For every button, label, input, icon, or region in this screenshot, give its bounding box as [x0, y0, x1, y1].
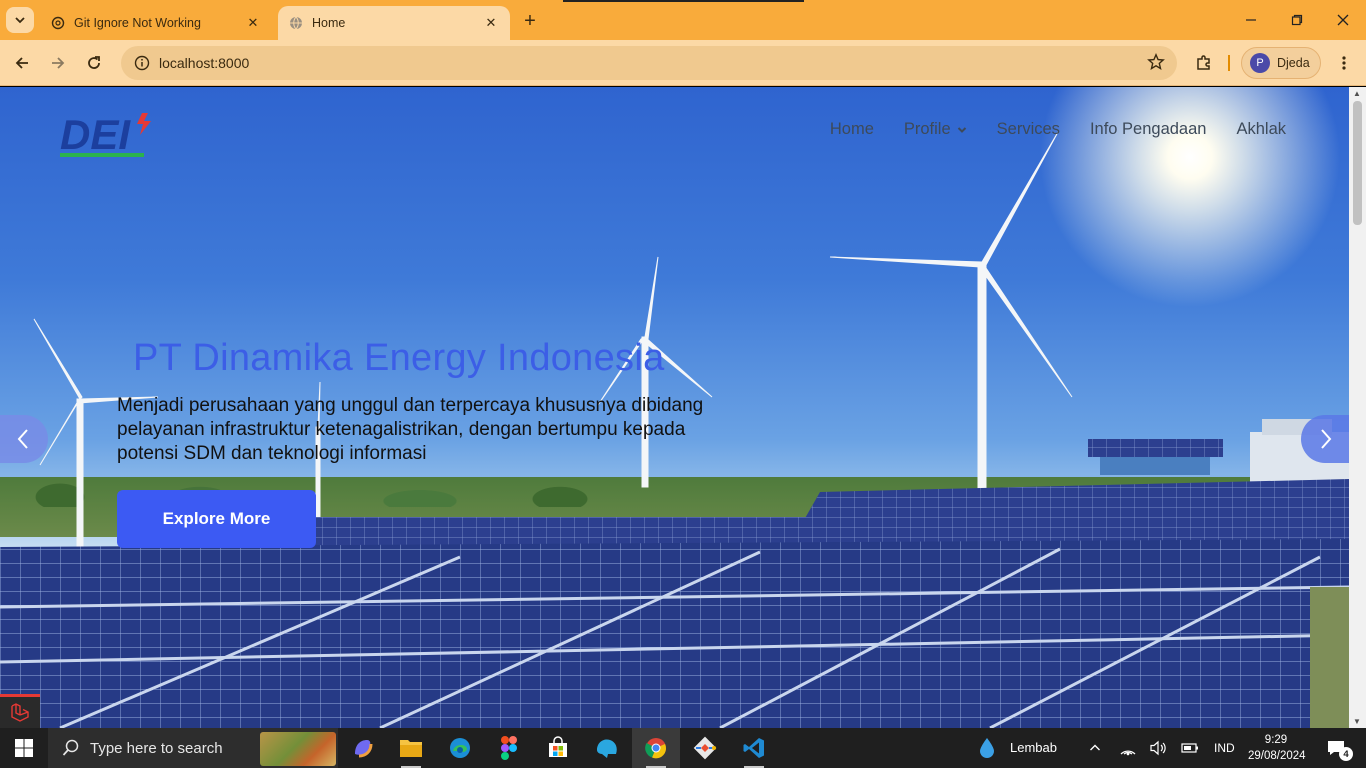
close-window-button[interactable] [1331, 8, 1355, 32]
chevron-down-icon [15, 17, 25, 24]
git-icon[interactable] [681, 728, 729, 768]
carousel-prev-button[interactable] [0, 415, 48, 463]
taskbar-clock[interactable]: 9:29 29/08/2024 [1248, 732, 1306, 764]
globe-icon [288, 15, 304, 31]
tab-title: Home [312, 16, 346, 30]
hero-title: PT Dinamika Energy Indonesia [133, 337, 665, 379]
search-icon [62, 739, 79, 756]
store-icon[interactable] [534, 728, 582, 768]
browser-tabstrip: Git Ignore Not Working ✕ Home ✕ + [0, 0, 1366, 40]
puzzle-icon [1197, 55, 1210, 70]
figma-icon[interactable] [485, 728, 533, 768]
windows-taskbar: Type here to search Lembab IND 9:29 29/0… [0, 728, 1366, 768]
taskbar-search[interactable]: Type here to search [48, 728, 338, 768]
back-button[interactable] [9, 50, 35, 76]
restore-icon [1291, 14, 1303, 26]
notification-center-button[interactable]: 4 [1316, 728, 1356, 768]
browser-toolbar: localhost:8000 P Djeda [0, 40, 1366, 86]
clock-time: 9:29 [1264, 734, 1288, 746]
language-indicator[interactable]: IND [1214, 741, 1235, 755]
close-icon [1337, 14, 1349, 26]
forward-button[interactable] [45, 50, 71, 76]
search-placeholder: Type here to search [90, 739, 223, 757]
address-bar[interactable]: localhost:8000 [121, 46, 1177, 80]
laravel-icon [11, 702, 29, 722]
chevron-left-icon [17, 429, 28, 449]
scroll-up-arrow-icon[interactable]: ▲ [1353, 89, 1361, 98]
profile-name: Djeda [1277, 56, 1310, 70]
restore-button[interactable] [1285, 8, 1309, 32]
nav-profile[interactable]: Profile [904, 120, 967, 139]
tab-title: Git Ignore Not Working [74, 16, 201, 30]
arrow-right-icon [52, 57, 65, 69]
nav-home[interactable]: Home [830, 120, 874, 139]
laravel-debugbar-button[interactable] [0, 694, 40, 728]
edge-icon[interactable] [436, 728, 484, 768]
nav-akhlak[interactable]: Akhlak [1236, 120, 1286, 139]
copilot-icon[interactable] [339, 728, 387, 768]
menu-button[interactable] [1331, 50, 1357, 76]
close-icon[interactable]: ✕ [482, 14, 500, 32]
search-highlight-image [260, 732, 336, 766]
app-icon[interactable] [583, 728, 631, 768]
tab-git-ignore[interactable]: Git Ignore Not Working ✕ [40, 6, 272, 40]
bookmark-star-icon[interactable] [1147, 53, 1165, 76]
chrome-icon[interactable] [632, 728, 680, 768]
reload-icon [88, 56, 100, 69]
hero-description: Menjadi perusahaan yang unggul dan terpe… [117, 395, 704, 464]
close-icon[interactable]: ✕ [244, 14, 262, 32]
weather-icon[interactable] [974, 728, 1000, 768]
file-explorer-icon[interactable] [387, 728, 435, 768]
site-info-icon[interactable] [125, 55, 159, 71]
nav-profile-label: Profile [903, 120, 951, 138]
battery-icon[interactable] [1176, 728, 1204, 768]
site-logo[interactable]: DEI [58, 109, 158, 161]
nav-services[interactable]: Services [997, 120, 1060, 139]
nav-info-pengadaan[interactable]: Info Pengadaan [1090, 120, 1207, 139]
scroll-down-arrow-icon[interactable]: ▼ [1353, 717, 1361, 726]
chatgpt-icon [50, 15, 66, 31]
carousel-next-button[interactable] [1301, 415, 1349, 463]
start-button[interactable] [0, 728, 48, 768]
network-icon[interactable] [1114, 728, 1142, 768]
profile-button[interactable]: P Djeda [1241, 47, 1321, 79]
vscode-icon[interactable] [730, 728, 778, 768]
dei-logo-icon: DEI [60, 111, 151, 158]
url-text: localhost:8000 [159, 55, 250, 71]
tab-search-button[interactable] [6, 7, 34, 33]
minimize-icon [1246, 19, 1256, 21]
toolbar-separator [1228, 55, 1230, 71]
volume-icon[interactable] [1144, 728, 1172, 768]
chevron-down-icon [957, 126, 966, 133]
page-viewport: DEI Home Profile Services Info Pengadaan… [0, 87, 1349, 728]
tab-home[interactable]: Home ✕ [278, 6, 510, 40]
avatar: P [1250, 53, 1270, 73]
clock-date: 29/08/2024 [1248, 750, 1306, 762]
minimize-button[interactable] [1239, 8, 1263, 32]
window-drag-indicator [563, 0, 804, 2]
page-scrollbar[interactable]: ▲ ▼ [1349, 87, 1366, 728]
notification-badge: 4 [1339, 747, 1353, 761]
chevron-right-icon [1321, 429, 1332, 449]
svg-text:DEI: DEI [60, 111, 131, 158]
main-navigation: Home Profile Services Info Pengadaan Akh… [830, 120, 1286, 139]
extensions-button[interactable] [1191, 50, 1217, 76]
weather-label[interactable]: Lembab [1010, 740, 1057, 755]
tray-overflow-chevron-icon[interactable] [1081, 728, 1109, 768]
windows-logo-icon [15, 739, 33, 757]
scrollbar-thumb[interactable] [1353, 101, 1362, 225]
reload-button[interactable] [81, 50, 107, 76]
explore-more-button[interactable]: Explore More [117, 490, 316, 548]
arrow-left-icon [15, 57, 28, 69]
new-tab-button[interactable]: + [518, 9, 542, 33]
kebab-menu-icon [1342, 56, 1346, 70]
